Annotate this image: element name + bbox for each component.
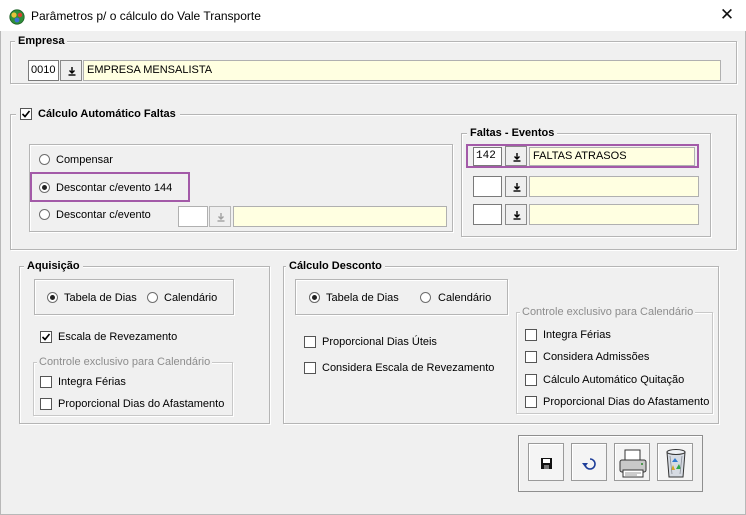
evento-name-field bbox=[233, 206, 447, 227]
empresa-name-field: EMPRESA MENSALISTA bbox=[83, 60, 721, 81]
escala-revezamento-label: Escala de Revezamento bbox=[58, 331, 178, 343]
undo-button[interactable] bbox=[571, 443, 607, 481]
considera-escala-checkbox[interactable] bbox=[304, 362, 316, 374]
download-arrow-icon bbox=[513, 153, 521, 162]
considera-admissoes-checkbox[interactable] bbox=[525, 351, 537, 363]
radio-compensar[interactable] bbox=[39, 154, 50, 165]
close-button[interactable]: ✕ bbox=[712, 2, 742, 28]
calculo-desconto-label: Cálculo Desconto bbox=[286, 259, 385, 273]
aquisicao-tabela-dias-label: Tabela de Dias bbox=[64, 292, 137, 304]
aquisicao-calendario-label: Calendário bbox=[164, 292, 218, 304]
desconto-radio-tabela-dias-dot bbox=[309, 292, 320, 303]
calculo-quitacao-checkbox[interactable] bbox=[525, 374, 537, 386]
calculo-faltas-label-wrap: Cálculo Automático Faltas bbox=[16, 107, 180, 121]
radio-descontar-evento[interactable] bbox=[39, 209, 50, 220]
evento-row-code-field[interactable] bbox=[473, 176, 502, 197]
empresa-lookup-button[interactable] bbox=[60, 60, 82, 81]
evento-row-name-field: FALTAS ATRASOS bbox=[529, 147, 695, 166]
evento-code-field[interactable] bbox=[178, 206, 208, 227]
evento-row-lookup-button[interactable] bbox=[505, 176, 527, 197]
radio-descontar-evento-144[interactable] bbox=[39, 182, 50, 193]
aquisicao-radio-tabela-dias[interactable] bbox=[47, 292, 58, 303]
aquisicao-proporcional-afastamento-label: Proporcional Dias do Afastamento bbox=[58, 398, 225, 410]
desconto-calendario-label: Calendário bbox=[438, 292, 492, 304]
aquisicao-integra-ferias-label: Integra Férias bbox=[58, 376, 126, 388]
aquisicao-controle-label: Controle exclusivo para Calendário bbox=[37, 355, 213, 369]
app-icon bbox=[9, 9, 25, 25]
window-border bbox=[0, 31, 1, 515]
printer-icon bbox=[619, 449, 647, 478]
evento-row-lookup-button[interactable] bbox=[505, 204, 527, 225]
evento-row-code-field[interactable]: 142 bbox=[473, 147, 502, 166]
faltas-eventos-label: Faltas - Eventos bbox=[467, 126, 558, 140]
download-arrow-icon bbox=[513, 183, 521, 192]
checkmark-icon bbox=[41, 333, 51, 341]
evento-lookup-button[interactable] bbox=[209, 206, 231, 227]
empresa-group-label: Empresa bbox=[15, 34, 68, 48]
desconto-integra-ferias-label: Integra Férias bbox=[543, 329, 611, 341]
save-icon bbox=[541, 458, 552, 469]
compensar-label: Compensar bbox=[56, 154, 113, 166]
descontar-evento-144-label: Descontar c/evento 144 bbox=[56, 182, 173, 194]
download-arrow-icon bbox=[68, 67, 76, 76]
calculo-faltas-label: Cálculo Automático Faltas bbox=[38, 108, 176, 120]
calculo-quitacao-label: Cálculo Automático Quitação bbox=[543, 374, 685, 386]
aquisicao-integra-ferias-checkbox[interactable] bbox=[40, 376, 52, 388]
descontar-evento-label: Descontar c/evento bbox=[56, 209, 151, 221]
window-title: Parâmetros p/ o cálculo do Vale Transpor… bbox=[31, 9, 261, 23]
proporcional-dias-uteis-checkbox[interactable] bbox=[304, 336, 316, 348]
download-arrow-icon bbox=[513, 211, 521, 220]
delete-button[interactable] bbox=[657, 443, 693, 481]
save-button[interactable] bbox=[528, 443, 564, 481]
proporcional-dias-uteis-label: Proporcional Dias Úteis bbox=[322, 336, 437, 348]
recycle-bin-icon bbox=[666, 449, 686, 478]
considera-admissoes-label: Considera Admissões bbox=[543, 351, 650, 363]
aquisicao-proporcional-afastamento-checkbox[interactable] bbox=[40, 398, 52, 410]
desconto-integra-ferias-checkbox[interactable] bbox=[525, 329, 537, 341]
aquisicao-label: Aquisição bbox=[24, 259, 83, 273]
evento-row-code-field[interactable] bbox=[473, 204, 502, 225]
considera-escala-label: Considera Escala de Revezamento bbox=[322, 362, 495, 374]
desconto-controle-label: Controle exclusivo para Calendário bbox=[520, 305, 696, 319]
checkmark-icon bbox=[21, 110, 31, 118]
evento-row-lookup-button[interactable] bbox=[505, 146, 527, 166]
print-button[interactable] bbox=[614, 443, 650, 481]
escala-revezamento-checkbox[interactable] bbox=[40, 331, 52, 343]
evento-row-name-field bbox=[529, 176, 699, 197]
aquisicao-radio-calendario[interactable] bbox=[147, 292, 158, 303]
empresa-code-field[interactable]: 0010 bbox=[28, 60, 59, 81]
desconto-tabela-dias-label: Tabela de Dias bbox=[326, 292, 399, 304]
desconto-radio-calendario[interactable] bbox=[420, 292, 431, 303]
calculo-automatico-faltas-checkbox[interactable] bbox=[20, 108, 32, 120]
download-arrow-icon bbox=[217, 213, 225, 222]
desconto-proporcional-afastamento-label: Proporcional Dias do Afastamento bbox=[543, 396, 710, 408]
evento-row-name-field bbox=[529, 204, 699, 225]
desconto-proporcional-afastamento-checkbox[interactable] bbox=[525, 396, 537, 408]
undo-icon bbox=[582, 458, 596, 470]
